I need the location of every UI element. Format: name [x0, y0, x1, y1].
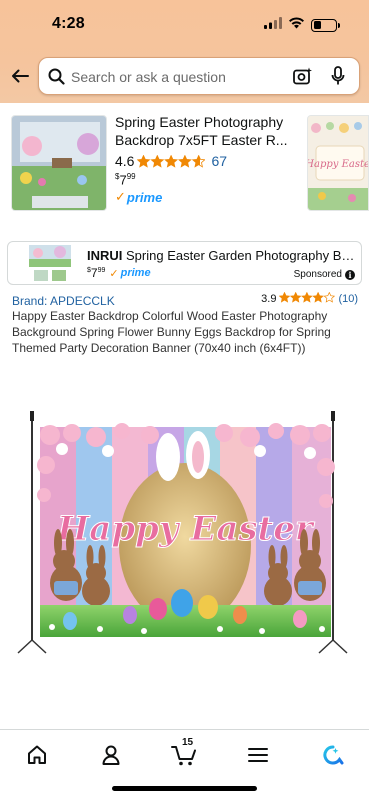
status-time: 4:28 [52, 15, 85, 32]
item-rating-count: (10) [338, 293, 358, 305]
rating-value: 4.6 [115, 153, 135, 169]
status-bar: 4:28 [0, 0, 369, 48]
search-input[interactable]: Search or ask a question [38, 57, 360, 95]
prime-check-icon: ✓ [109, 267, 119, 280]
product-info[interactable]: Spring Easter Photography Backdrop 7x5FT… [115, 113, 295, 205]
sponsored-product-carousel: Spring Easter Photography Backdrop 7x5FT… [0, 103, 369, 223]
item-rating-value: 3.9 [261, 293, 277, 305]
wifi-icon [288, 16, 305, 34]
camera-icon[interactable] [293, 67, 313, 91]
status-icons [264, 16, 340, 34]
prime-badge: ✓ prime [115, 189, 163, 205]
product-price: $799 [115, 172, 136, 188]
prime-check-icon: ✓ [115, 189, 126, 205]
back-arrow-icon[interactable] [8, 64, 32, 88]
cart-icon[interactable]: 15 [169, 737, 199, 770]
sponsored-title: INRUI Spring Easter Garden Photography B… [87, 248, 357, 263]
product-main-image[interactable]: Happy Easter [10, 405, 359, 660]
search-row: Search or ask a question [0, 57, 369, 95]
microphone-icon[interactable] [331, 66, 345, 91]
header: 4:28 Search or ask a question [0, 0, 369, 103]
sponsored-label[interactable]: Sponsored i [294, 269, 355, 280]
star-rating-icon [279, 291, 336, 306]
search-placeholder: Search or ask a question [71, 69, 226, 85]
rating-count[interactable]: 67 [211, 153, 227, 169]
signal-icon [264, 16, 282, 34]
brand-row: Brand: APDECCLK 3.9 (10) [12, 291, 358, 308]
item-rating[interactable]: 3.9 (10) [261, 291, 358, 306]
home-icon[interactable] [22, 740, 52, 770]
search-icon [48, 68, 65, 90]
cart-count: 15 [182, 737, 194, 748]
product-title[interactable]: Spring Easter Photography Backdrop 7x5FT… [115, 113, 295, 149]
home-indicator[interactable] [112, 786, 257, 791]
sponsored-price: $799 ✓ prime [87, 266, 151, 280]
rufus-icon[interactable] [318, 740, 348, 770]
next-product-thumbnail[interactable]: Happy Easter [307, 115, 369, 211]
product-thumbnail[interactable] [11, 115, 107, 211]
item-title: Happy Easter Backdrop Colorful Wood East… [12, 309, 331, 355]
battery-icon [311, 18, 340, 32]
star-rating-icon [137, 154, 206, 168]
menu-icon[interactable] [243, 740, 273, 770]
happy-easter-text: Happy Easter [56, 509, 315, 549]
info-icon[interactable]: i [345, 269, 355, 280]
sponsored-banner[interactable]: INRUI Spring Easter Garden Photography B… [7, 241, 362, 285]
account-icon[interactable] [96, 740, 126, 770]
next-thumb-text: Happy Easter [308, 159, 369, 170]
sponsored-thumbnail [26, 243, 74, 283]
rating-row: 4.6 67 [115, 153, 295, 169]
brand-link[interactable]: Brand: APDECCLK [12, 294, 115, 308]
